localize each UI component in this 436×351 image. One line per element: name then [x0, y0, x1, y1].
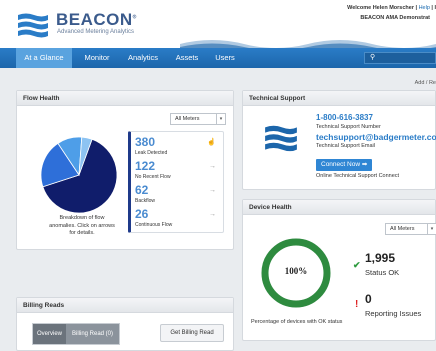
status-ok-count: 1,995	[365, 251, 396, 265]
app-header: BEACON® Advanced Metering Analytics Welc…	[0, 0, 436, 50]
connect-label: Online Technical Support Connect	[316, 173, 400, 179]
nav-monitor[interactable]: Monitor	[78, 48, 116, 68]
get-billing-read-button[interactable]: Get Billing Read	[160, 324, 224, 342]
connect-now-button[interactable]: Connect Now ➡	[316, 159, 373, 171]
hand-pointer-icon[interactable]: ☝	[207, 138, 216, 146]
panel-title: Technical Support	[243, 91, 435, 106]
billing-reads-panel: Billing Reads Overview Billing Read (0) …	[16, 297, 234, 351]
device-health-panel: Device Health All Meters ▾ 100% Percenta…	[242, 199, 436, 341]
support-phone-label: Technical Support Number	[316, 124, 381, 130]
chevron-down-icon: ▾	[427, 224, 436, 234]
panel-title: Flow Health	[17, 91, 233, 106]
billing-read-tab[interactable]: Billing Read (0)	[66, 324, 119, 344]
continuous-flow-count: 26	[135, 207, 149, 221]
nav-users[interactable]: Users	[210, 48, 240, 68]
arrow-right-icon[interactable]: →	[209, 211, 216, 218]
beacon-logo-icon	[18, 13, 48, 38]
continuous-flow-label: Continuous Flow	[135, 222, 173, 228]
brand-name: BEACON®	[56, 10, 137, 29]
checkmark-icon: ✔	[353, 260, 361, 270]
beacon-logo-icon	[265, 125, 297, 152]
flow-health-panel: Flow Health All Meters ▾ Breakdown of fl…	[16, 90, 234, 250]
add-remove-link[interactable]: Add / Re	[415, 80, 436, 86]
flow-stats-card: 380 Leak Detected ☝ 122 No Recent Flow →…	[128, 131, 224, 233]
arrow-right-icon[interactable]: →	[209, 187, 216, 194]
panel-title: Billing Reads	[17, 298, 233, 313]
welcome-text: Welcome Helen Morscher | Help | I	[347, 5, 436, 11]
pie-caption: Breakdown of flow anomalies. Click on ar…	[49, 215, 115, 237]
backflow-label: Backflow	[135, 198, 156, 204]
nav-assets[interactable]: Assets	[170, 48, 204, 68]
device-health-percent: 100%	[284, 266, 308, 276]
header-wave-decoration	[180, 40, 436, 50]
leak-count: 380	[135, 135, 156, 149]
flow-anomaly-pie-chart	[40, 136, 118, 214]
exclamation-icon: !	[355, 299, 359, 310]
search-icon[interactable]: ⚲	[370, 53, 380, 63]
support-email[interactable]: techsupport@badgermeter.com	[316, 132, 436, 142]
chevron-down-icon: ▾	[216, 114, 225, 124]
backflow-count: 62	[135, 183, 149, 197]
brand-subtitle: Advanced Metering Analytics	[57, 29, 135, 35]
arrow-right-icon[interactable]: →	[209, 163, 216, 170]
leak-label: Leak Detected	[135, 150, 168, 156]
no-flow-label: No Recent Flow	[135, 174, 171, 180]
overview-tab[interactable]: Overview	[33, 324, 66, 344]
reporting-issues-label: Reporting Issues	[365, 309, 422, 318]
device-health-caption: Percentage of devices with OK status	[251, 319, 343, 325]
no-flow-count: 122	[135, 159, 156, 173]
reporting-issues-count: 0	[365, 292, 372, 306]
nav-analytics[interactable]: Analytics	[122, 48, 164, 68]
nav-at-a-glance[interactable]: At a Glance	[16, 48, 72, 68]
help-link[interactable]: Help	[419, 5, 430, 11]
account-name: BEACON AMA Demonstrat	[360, 15, 430, 21]
flow-meter-filter[interactable]: All Meters ▾	[170, 113, 226, 125]
device-meter-filter[interactable]: All Meters ▾	[385, 223, 436, 235]
technical-support-panel: Technical Support 1-800-616-3837 Technic…	[242, 90, 436, 190]
support-email-label: Technical Support Email	[316, 143, 376, 149]
support-phone[interactable]: 1-800-616-3837	[316, 113, 373, 122]
status-ok-label: Status OK	[365, 268, 400, 277]
panel-title: Device Health	[243, 200, 435, 215]
